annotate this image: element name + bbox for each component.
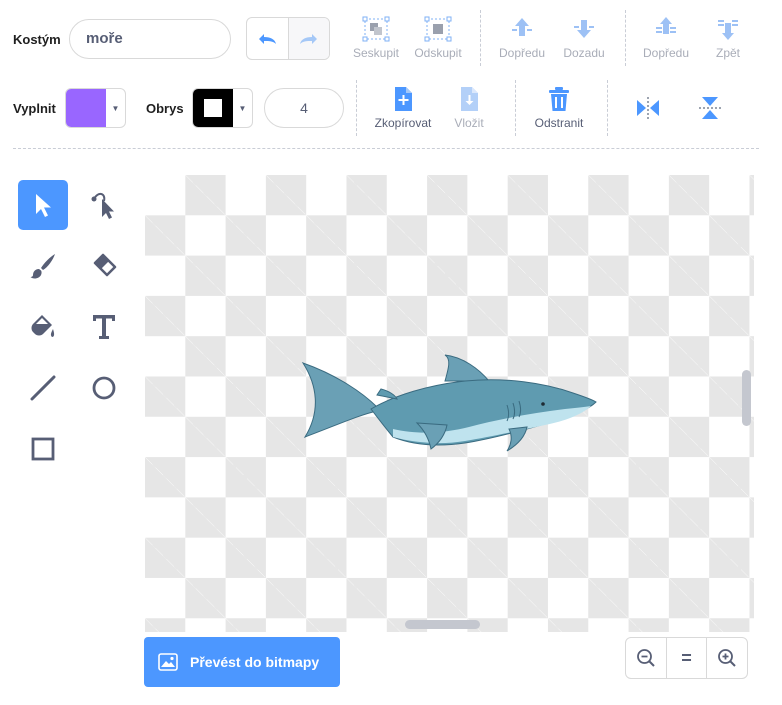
front-label: Dopředu [642,46,690,60]
costume-name-input[interactable]: moře [69,19,231,59]
separator [625,10,626,66]
separator [515,80,516,136]
back-label: Zpět [715,46,740,60]
drawing-canvas[interactable] [145,175,754,632]
ungroup-label: Odskupit [414,46,462,60]
undo-icon [259,33,277,44]
fill-color-picker[interactable]: ▼ [65,88,126,128]
circle-icon [92,376,116,400]
flip-vertical-button[interactable] [694,94,726,122]
toolbar-divider [13,148,759,149]
group-label: Seskupit [352,46,400,60]
chevron-down-icon: ▼ [238,103,247,113]
select-tool[interactable] [18,180,68,230]
eraser-tool[interactable] [79,241,129,291]
zoom-out-button[interactable] [626,638,666,678]
zoom-reset-button[interactable]: = [665,638,707,678]
ungroup-button[interactable]: Odskupit [410,16,466,60]
reshape-icon [91,193,114,219]
move-backward-icon [574,20,594,38]
copy-icon [395,87,412,111]
undo-button[interactable] [247,18,288,59]
convert-label: Převést do bitmapy [190,654,320,670]
redo-icon [299,33,317,44]
zoom-in-button[interactable] [706,638,747,678]
back-button[interactable]: Zpět [700,16,756,60]
text-tool[interactable] [79,302,129,352]
vertical-scrollbar[interactable] [742,370,751,426]
separator [356,80,357,136]
group-button[interactable]: Seskupit [348,16,404,60]
brush-icon [30,254,55,279]
circle-tool[interactable] [79,363,129,413]
forward-button[interactable]: Dopředu [494,16,550,60]
outline-size-input[interactable]: 4 [264,88,344,128]
flip-horizontal-icon [637,97,659,119]
send-to-back-icon [718,20,738,40]
image-icon [158,653,178,671]
text-t-icon [93,315,115,339]
zoom-in-icon [718,649,736,667]
eraser-icon [93,253,117,277]
fill-tool[interactable] [18,302,68,352]
flip-horizontal-button[interactable] [632,94,664,122]
rectangle-tool[interactable] [18,424,68,474]
outline-label: Obrys [146,101,184,116]
move-forward-icon [512,18,532,36]
outline-color-picker[interactable]: ▼ [192,88,253,128]
line-tool[interactable] [18,363,68,413]
redo-button[interactable] [287,18,329,59]
reshape-tool[interactable] [79,180,129,230]
copy-button[interactable]: Zkopírovat [368,86,438,130]
flip-vertical-icon [699,97,721,119]
ungroup-icon [424,16,452,42]
paste-button[interactable]: Vložit [444,86,494,130]
separator [607,80,608,136]
zoom-reset-label: = [681,647,692,668]
line-icon [30,375,56,401]
select-arrow-icon [36,194,51,217]
delete-label: Odstranit [534,116,584,130]
convert-to-bitmap-button[interactable]: Převést do bitmapy [144,637,340,687]
bring-to-front-icon [656,17,676,34]
shark-drawing [301,354,597,452]
chevron-down-icon: ▼ [111,103,120,113]
paste-label: Vložit [454,116,484,130]
fill-swatch [66,89,106,127]
zoom-controls: = [625,637,748,679]
separator [480,10,481,66]
brush-tool[interactable] [18,241,68,291]
trash-icon [549,87,569,111]
paste-icon [461,87,478,111]
outline-swatch [193,89,233,127]
group-icon [362,16,390,42]
costume-label: Kostým [13,32,61,47]
backward-label: Dozadu [563,46,605,60]
delete-button[interactable]: Odstranit [528,86,590,130]
fill-label: Vyplnit [13,101,56,116]
rectangle-icon [31,437,55,461]
undo-redo-group [246,17,330,60]
horizontal-scrollbar[interactable] [405,620,480,629]
paint-bucket-icon [31,315,55,337]
copy-label: Zkopírovat [374,116,432,130]
backward-button[interactable]: Dozadu [556,16,612,60]
zoom-out-icon [636,649,655,667]
forward-label: Dopředu [498,46,546,60]
front-button[interactable]: Dopředu [638,16,694,60]
